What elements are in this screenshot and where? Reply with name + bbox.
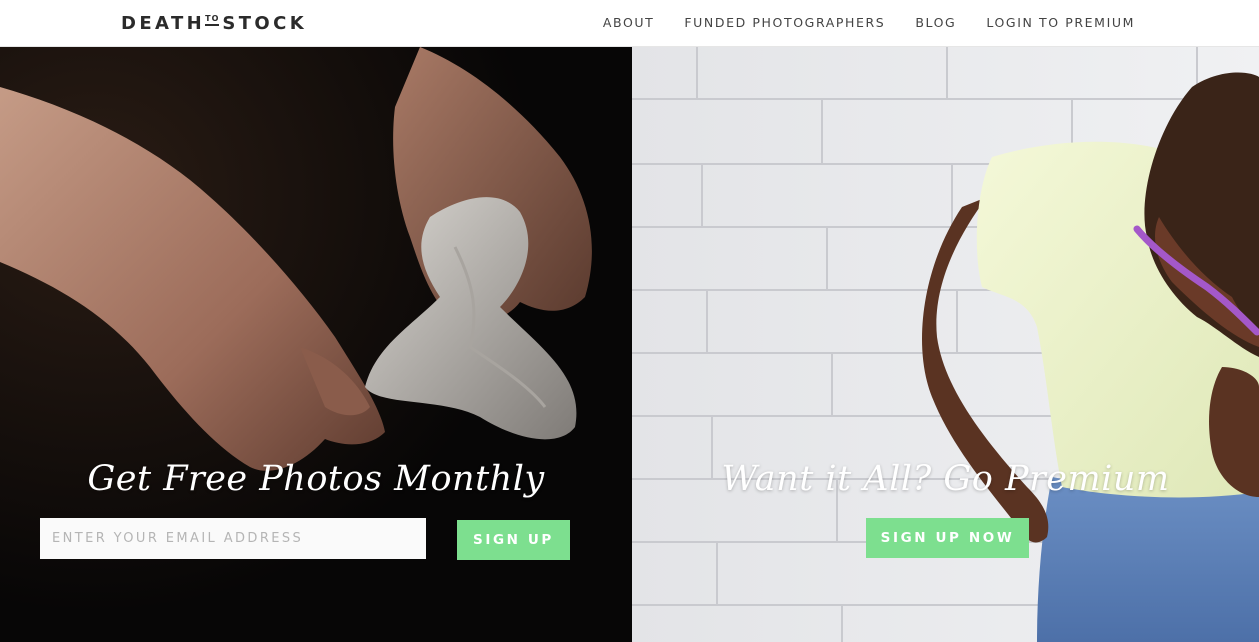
free-photos-headline: Get Free Photos Monthly (87, 459, 545, 499)
logo-word-death: DEATH (121, 12, 206, 34)
premium-panel: Want it All? Go Premium SIGN UP NOW (632, 47, 1259, 642)
sign-up-now-button[interactable]: SIGN UP NOW (866, 518, 1029, 558)
nav-link-blog[interactable]: BLOG (915, 15, 956, 30)
nav-link-about[interactable]: ABOUT (603, 15, 655, 30)
free-photos-panel: Get Free Photos Monthly SIGN UP (0, 47, 632, 642)
logo-word-stock: STOCK (222, 12, 308, 34)
top-navigation-bar: DEATH TO STOCK ABOUT FUNDED PHOTOGRAPHER… (0, 0, 1259, 47)
nav-link-login-to-premium[interactable]: LOGIN TO PREMIUM (986, 15, 1135, 30)
death-to-stock-logo[interactable]: DEATH TO STOCK (121, 12, 307, 34)
main-nav: ABOUT FUNDED PHOTOGRAPHERS BLOG LOGIN TO… (603, 15, 1135, 30)
sign-up-button[interactable]: SIGN UP (457, 520, 570, 560)
email-address-input[interactable] (40, 518, 426, 559)
logo-word-to: TO (205, 14, 220, 26)
nav-link-funded-photographers[interactable]: FUNDED PHOTOGRAPHERS (684, 15, 885, 30)
go-premium-headline: Want it All? Go Premium (721, 459, 1170, 499)
